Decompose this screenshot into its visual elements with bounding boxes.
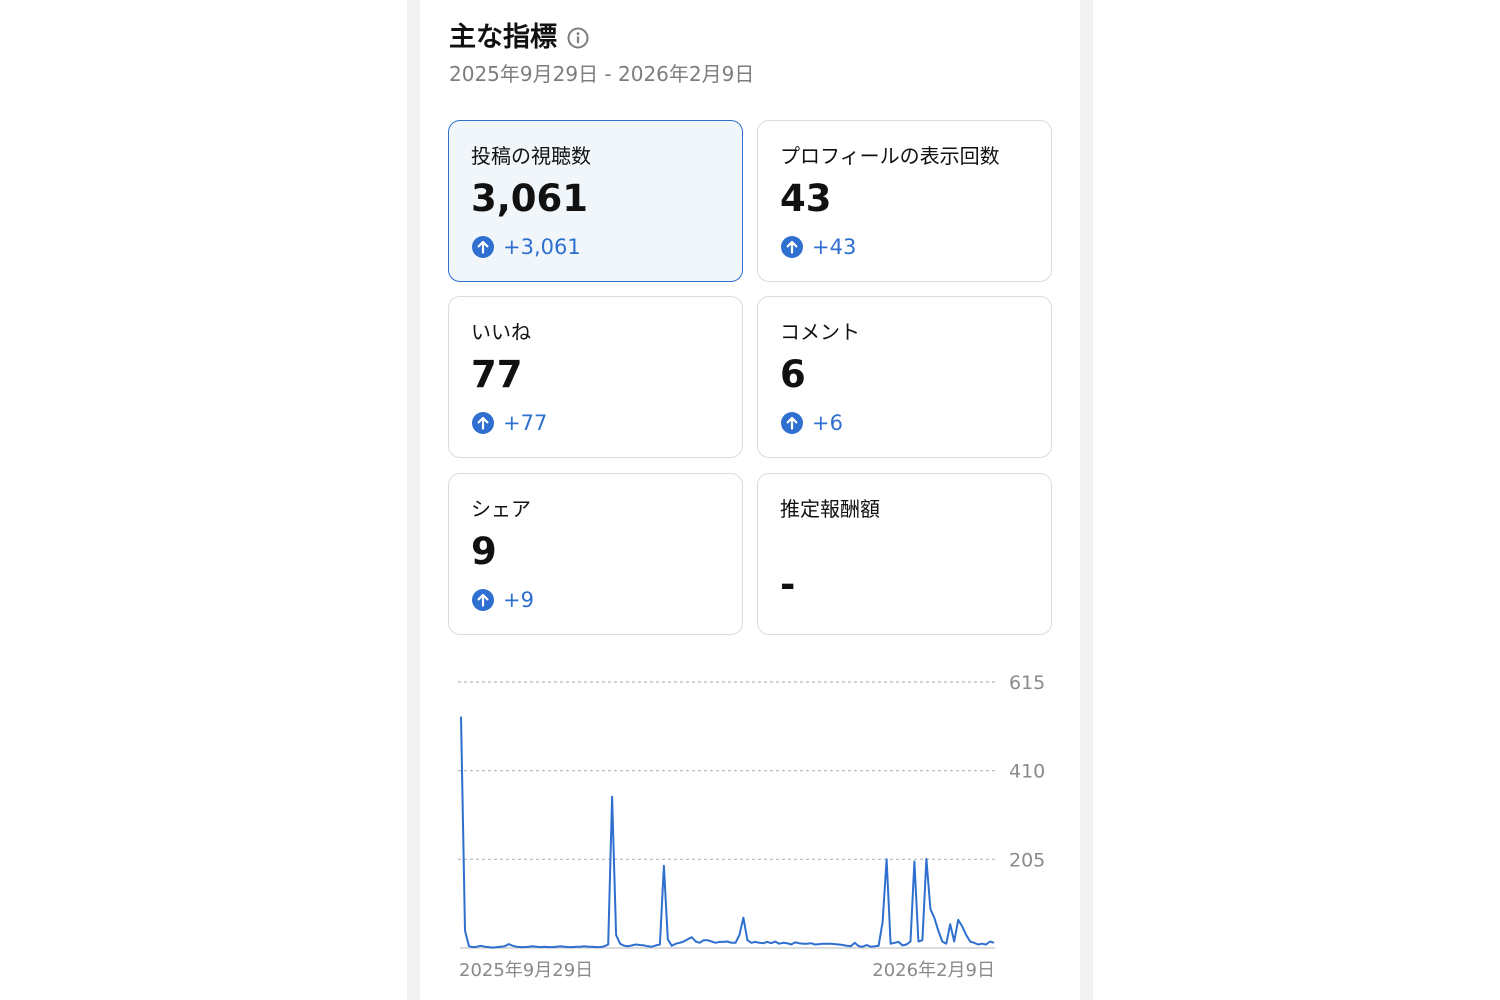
x-tick-label: 2026年2月9日: [872, 960, 995, 981]
metric-label: いいね: [471, 320, 531, 344]
y-tick-label: 205: [1009, 849, 1045, 871]
arrow-up-circle-icon: [471, 411, 495, 435]
arrow-up-circle-icon: [471, 588, 495, 612]
metric-label: 推定報酬額: [780, 497, 880, 521]
arrow-up-circle-icon: [780, 411, 804, 435]
metric-card-comments[interactable]: コメント 6 +6: [757, 296, 1052, 458]
metric-card-likes[interactable]: いいね 77 +77: [448, 296, 743, 458]
metric-change: +3,061: [471, 234, 581, 260]
info-icon[interactable]: [566, 26, 590, 50]
change-text: +9: [503, 588, 534, 612]
metric-value: 9: [471, 530, 497, 573]
change-text: +77: [503, 411, 548, 435]
change-text: +43: [812, 235, 857, 259]
key-metrics-panel: 主な指標 2025年9月29日 - 2026年2月9日 投稿の視聴数 3,061…: [420, 0, 1080, 1000]
series-line-0: [460, 716, 995, 949]
metric-card-shares[interactable]: シェア 9 +9: [448, 473, 743, 635]
left-gutter: [407, 0, 420, 1000]
metric-change: +77: [471, 410, 547, 436]
metric-label: シェア: [471, 497, 531, 521]
change-text: +6: [812, 411, 843, 435]
chart-svg: 615 410 205 2025年9月29日 2026年2月9日: [458, 672, 1045, 981]
metric-change: +9: [471, 587, 534, 613]
metric-value: 43: [780, 177, 832, 220]
metric-label: コメント: [780, 320, 860, 344]
metric-change: +43: [780, 234, 856, 260]
right-gutter: [1080, 0, 1093, 1000]
section-header: 主な指標: [449, 19, 590, 57]
metric-value: -: [780, 563, 796, 606]
metric-label: 投稿の視聴数: [471, 144, 591, 168]
metric-card-estimated-earnings[interactable]: 推定報酬額 -: [757, 473, 1052, 635]
arrow-up-circle-icon: [471, 235, 495, 259]
y-tick-label: 615: [1009, 672, 1045, 694]
change-text: +3,061: [503, 235, 581, 259]
arrow-up-circle-icon: [780, 235, 804, 259]
views-line-chart: 615 410 205 2025年9月29日 2026年2月9日: [420, 660, 1080, 990]
metric-card-profile-views[interactable]: プロフィールの表示回数 43 +43: [757, 120, 1052, 282]
metric-value: 3,061: [471, 177, 589, 220]
metric-value: 77: [471, 353, 523, 396]
section-title: 主な指標: [449, 22, 557, 53]
metric-label: プロフィールの表示回数: [780, 144, 1000, 168]
metric-change: +6: [780, 410, 843, 436]
metric-value: 6: [780, 353, 806, 396]
y-tick-label: 410: [1009, 761, 1045, 783]
metric-card-post-views[interactable]: 投稿の視聴数 3,061 +3,061: [448, 120, 743, 282]
date-range: 2025年9月29日 - 2026年2月9日: [449, 62, 755, 86]
x-tick-label: 2025年9月29日: [459, 960, 593, 981]
